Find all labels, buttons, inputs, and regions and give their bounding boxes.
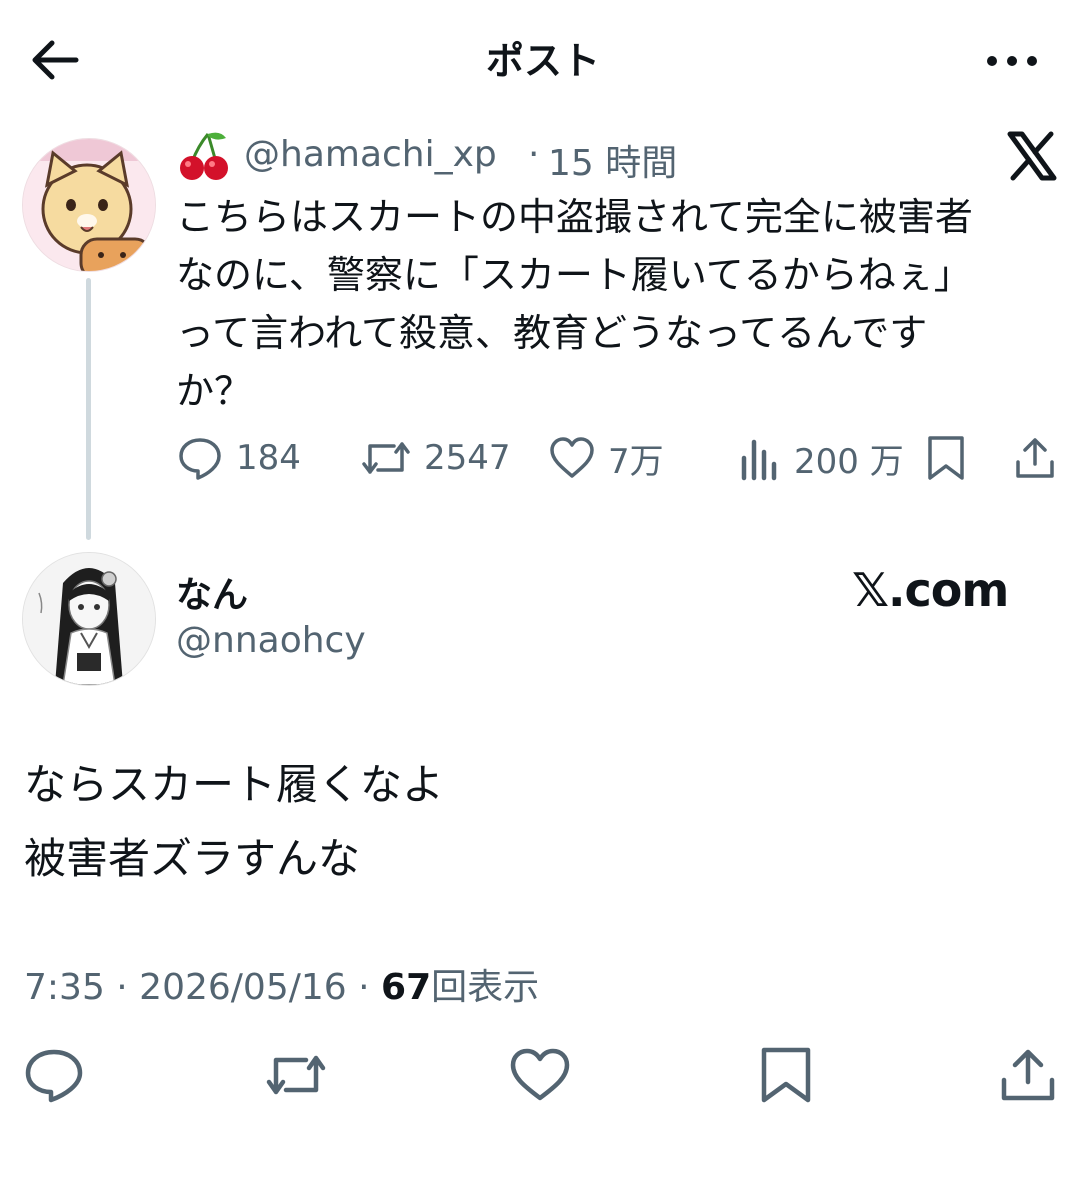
reply-icon (25, 1049, 83, 1103)
author-name[interactable]: なん (176, 566, 248, 618)
share-icon (1016, 438, 1054, 478)
reply-count: 184 (236, 438, 301, 478)
avatar[interactable] (22, 138, 156, 272)
like-icon (550, 437, 594, 478)
share-icon (1001, 1049, 1055, 1101)
share-button[interactable] (996, 1046, 1060, 1104)
separator-dot: · (528, 134, 540, 175)
repost-button[interactable] (264, 1046, 328, 1104)
views-icon (741, 439, 777, 481)
reply-icon (179, 438, 221, 480)
avatar-image (23, 139, 155, 271)
like-stat[interactable]: 7万 (548, 430, 664, 486)
text-line: か？ (176, 369, 253, 413)
author-handle[interactable]: @nnaohcy (176, 620, 366, 661)
bookmark-icon (928, 436, 964, 480)
text-line: こちらはスカートの中盗撮されて完全に被害者 (176, 195, 973, 239)
reply-stat[interactable]: 184 (176, 430, 301, 486)
views-stat[interactable]: 200 万 (738, 430, 904, 486)
page-title: ポスト (485, 39, 600, 83)
avatar-image (23, 553, 155, 685)
quoted-tweet-text: こちらはスカートの中盗撮されて完全に被害者 なのに、警察に「スカート履いてるから… (176, 188, 1056, 420)
repost-count: 2547 (424, 438, 511, 478)
quoted-time[interactable]: 15 時間 (548, 134, 677, 186)
more-icon (987, 56, 1037, 66)
bookmark-button[interactable] (924, 430, 968, 486)
like-icon (510, 1048, 570, 1101)
xcom-watermark: 𝕏.com (852, 563, 1009, 617)
quoted-handle[interactable]: @hamachi_xp (244, 134, 497, 175)
repost-icon (362, 442, 410, 474)
more-button[interactable] (980, 44, 1044, 78)
text-line: って言われて殺意、教育どうなってるんです (176, 311, 928, 355)
tweet-meta: 7:35 · 2026/05/16 · 67回表示 (24, 958, 539, 1010)
share-button[interactable] (1012, 430, 1058, 486)
bookmark-button[interactable] (754, 1046, 818, 1104)
view-label: 回表示 (431, 967, 540, 1008)
tweet-timestamp[interactable]: 7:35 · 2026/05/16 · (24, 967, 370, 1008)
text-line: なのに、警察に「スカート履いてるからねぇ」 (176, 253, 972, 297)
views-count: 200 万 (794, 441, 904, 482)
x-logo-icon (1004, 128, 1060, 184)
avatar[interactable] (22, 552, 156, 686)
text-line: ならスカート履くなよ (24, 760, 445, 809)
tweet-text: ならスカート履くなよ 被害者ズラすんな (24, 748, 444, 896)
text-line: 被害者ズラすんな (24, 834, 361, 883)
bookmark-icon (761, 1047, 811, 1103)
thread-line (86, 278, 91, 540)
like-count: 7万 (608, 441, 664, 482)
like-button[interactable] (508, 1046, 572, 1104)
repost-icon (266, 1055, 326, 1095)
cherry-icon (176, 128, 232, 184)
repost-stat[interactable]: 2547 (360, 430, 511, 486)
view-count: 67 (381, 967, 432, 1008)
reply-button[interactable] (22, 1046, 86, 1104)
